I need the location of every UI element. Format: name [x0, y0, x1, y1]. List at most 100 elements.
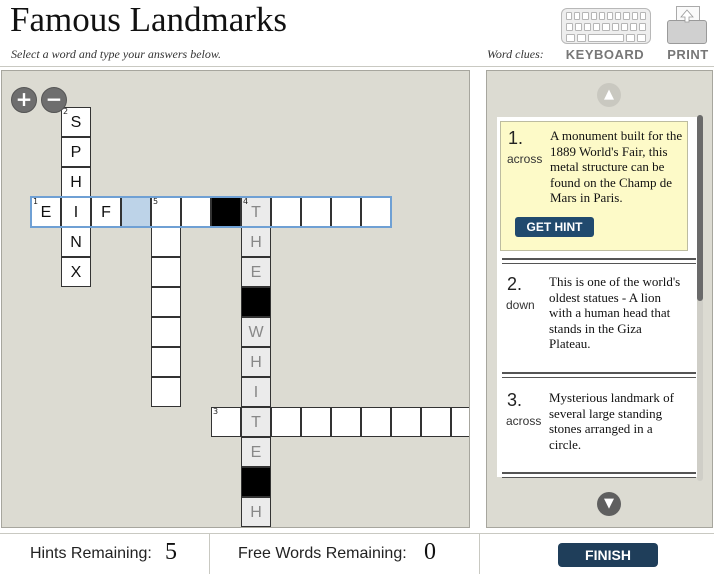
crossword-cell[interactable]: X: [61, 257, 91, 287]
cell-letter: H: [250, 504, 262, 521]
crossword-cell[interactable]: 5: [151, 197, 181, 227]
crossword-cell[interactable]: E: [241, 257, 271, 287]
crossword-cell[interactable]: [331, 197, 361, 227]
header: Famous Landmarks Select a word and type …: [0, 0, 714, 67]
print-button[interactable]: PRINT: [664, 4, 712, 62]
clue-item-3-across[interactable]: 3. across Mysterious landmark of several…: [500, 384, 688, 464]
crossword-cell: [211, 197, 241, 227]
clue-direction: across: [507, 152, 543, 166]
zoom-out-icon[interactable]: −: [41, 87, 67, 113]
free-words-remaining: Free Words Remaining: 0: [210, 534, 480, 574]
page-title: Famous Landmarks: [10, 0, 288, 39]
crossword-cell[interactable]: [391, 407, 421, 437]
crossword-cell[interactable]: T: [241, 407, 271, 437]
cell-number: 3: [213, 407, 219, 416]
keyboard-button-label: KEYBOARD: [565, 47, 645, 62]
cell-letter: F: [101, 204, 111, 221]
scroll-down-icon[interactable]: ▼: [597, 492, 621, 516]
cell-number: 5: [153, 197, 159, 206]
crossword-cell[interactable]: [181, 197, 211, 227]
crossword-cell[interactable]: [121, 197, 151, 227]
crossword-cell[interactable]: [301, 197, 331, 227]
finish-button[interactable]: FINISH: [558, 543, 658, 567]
cell-letter: X: [70, 264, 82, 281]
keyboard-button[interactable]: KEYBOARD: [558, 4, 652, 62]
crossword-board: 2SPH1EIF54TNXHEWHI3TEH + −: [1, 70, 470, 528]
scroll-up-icon[interactable]: ▲: [597, 83, 621, 107]
print-button-label: PRINT: [667, 47, 709, 62]
cell-letter: H: [250, 354, 262, 371]
crossword-cell[interactable]: F: [91, 197, 121, 227]
get-hint-button[interactable]: GET HINT: [515, 217, 594, 237]
crossword-cell[interactable]: E: [241, 437, 271, 467]
crossword-cell[interactable]: [151, 257, 181, 287]
cell-letter: W: [248, 324, 264, 341]
crossword-cell[interactable]: H: [241, 227, 271, 257]
crossword-cell[interactable]: I: [61, 197, 91, 227]
clue-number: 1.: [508, 128, 524, 148]
crossword-cell[interactable]: [331, 407, 361, 437]
crossword-cell[interactable]: H: [241, 497, 271, 527]
crossword-cell[interactable]: [361, 407, 391, 437]
crossword-cell[interactable]: [421, 407, 451, 437]
crossword-cell[interactable]: H: [241, 347, 271, 377]
crossword-cell[interactable]: W: [241, 317, 271, 347]
clue-text: Mysterious landmark of several large sta…: [549, 390, 674, 452]
crossword-cell[interactable]: H: [61, 167, 91, 197]
crossword-cell[interactable]: 4T: [241, 197, 271, 227]
clue-number: 3.: [507, 390, 523, 410]
cell-letter: E: [250, 444, 262, 461]
clue-text: This is one of the world's oldest statue…: [549, 274, 681, 351]
crossword-cell[interactable]: [271, 407, 301, 437]
crossword-cell[interactable]: [151, 377, 181, 407]
cell-letter: S: [70, 114, 82, 131]
footer: Hints Remaining: 5 Free Words Remaining:…: [0, 533, 714, 574]
cell-letter: P: [70, 144, 82, 161]
crossword-cell[interactable]: 2S: [61, 107, 91, 137]
crossword-cell[interactable]: 1E: [31, 197, 61, 227]
crossword-cell[interactable]: I: [241, 377, 271, 407]
cell-letter: E: [250, 264, 262, 281]
crossword-cell[interactable]: [151, 227, 181, 257]
clue-scrollbar[interactable]: [697, 115, 703, 481]
free-words-remaining-value: 0: [424, 539, 436, 565]
clue-scrollbar-thumb[interactable]: [697, 115, 703, 301]
printer-icon: [667, 6, 707, 44]
cell-letter: I: [253, 384, 259, 401]
crossword-cell[interactable]: [151, 287, 181, 317]
crossword-cell: [241, 467, 271, 497]
crossword-cell[interactable]: N: [61, 227, 91, 257]
hints-remaining-label: Hints Remaining:: [30, 545, 152, 562]
cell-letter: H: [70, 174, 82, 191]
clue-direction: down: [506, 298, 535, 312]
cell-letter: H: [250, 234, 262, 251]
cell-letter: E: [40, 204, 52, 221]
clue-divider: [502, 372, 696, 378]
free-words-remaining-label: Free Words Remaining:: [238, 545, 407, 562]
clue-panel: ▲ 1. across A monument built for the 188…: [486, 70, 713, 528]
crossword-cell: [241, 287, 271, 317]
crossword-cell[interactable]: [151, 347, 181, 377]
hints-remaining-value: 5: [165, 539, 177, 565]
cell-letter: T: [251, 414, 261, 431]
instructions-text: Select a word and type your answers belo…: [11, 47, 221, 61]
hints-remaining: Hints Remaining: 5: [0, 534, 210, 574]
clue-item-1-across[interactable]: 1. across A monument built for the 1889 …: [500, 121, 688, 251]
cell-letter: I: [73, 204, 79, 221]
keyboard-icon: [561, 8, 651, 44]
crossword-cell[interactable]: P: [61, 137, 91, 167]
clue-item-2-down[interactable]: 2. down This is one of the world's oldes…: [500, 268, 688, 368]
cell-letter: T: [251, 204, 261, 221]
word-clues-label: Word clues:: [487, 47, 544, 61]
zoom-in-icon[interactable]: +: [11, 87, 37, 113]
crossword-cell[interactable]: [301, 407, 331, 437]
crossword-cell[interactable]: 3: [211, 407, 241, 437]
crossword-cell[interactable]: [361, 197, 391, 227]
cell-letter: N: [70, 234, 82, 251]
clue-divider: [502, 258, 696, 264]
clue-text: A monument built for the 1889 World's Fa…: [550, 128, 683, 205]
crossword-grid: 2SPH1EIF54TNXHEWHI3TEH: [2, 71, 469, 527]
crossword-cell[interactable]: [271, 197, 301, 227]
crossword-cell[interactable]: [151, 317, 181, 347]
crossword-cell[interactable]: [451, 407, 469, 437]
